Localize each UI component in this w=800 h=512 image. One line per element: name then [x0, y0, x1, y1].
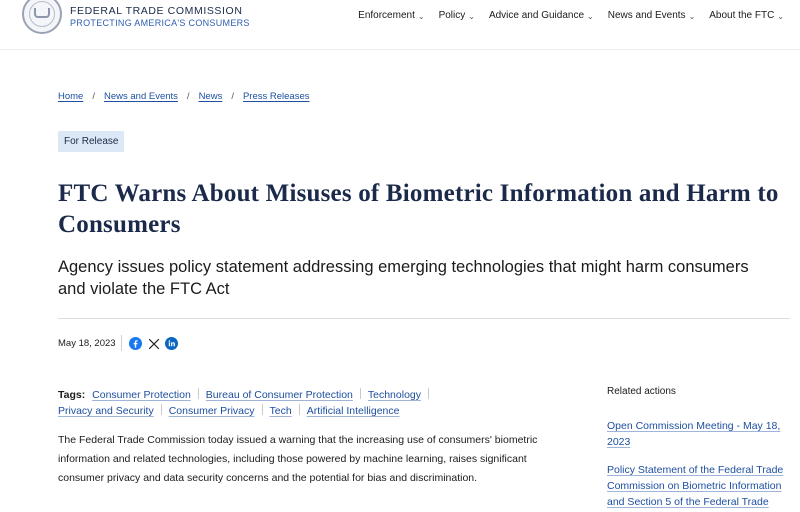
seal-scales-icon: [34, 8, 50, 18]
tag-separator: [197, 388, 199, 399]
divider: [58, 318, 790, 319]
nav-advice-and-guidance[interactable]: Advice and Guidance ⌄: [489, 10, 594, 21]
tag-link[interactable]: Consumer Protection: [92, 389, 191, 401]
nav-label: Advice and Guidance: [488, 10, 585, 21]
page-title: FTC Warns About Misuses of Biometric Inf…: [58, 180, 779, 238]
tags-list: Tags: Consumer Protection Bureau of Consu…: [58, 387, 478, 419]
breadcrumb-press-releases[interactable]: Press Releases: [243, 91, 310, 102]
breadcrumb: Home / News and Events / News / Press Re…: [58, 91, 310, 102]
nav-label: News and Events: [607, 10, 686, 21]
breadcrumb-separator: /: [186, 91, 190, 102]
nav-label: Policy: [438, 10, 466, 21]
related-action-link[interactable]: Policy Statement of the Federal Trade Co…: [607, 462, 792, 510]
for-release-badge: For Release: [58, 131, 125, 152]
chevron-down-icon: ⌄: [777, 12, 784, 21]
tag-link[interactable]: Bureau of Consumer Protection: [206, 389, 353, 401]
chevron-down-icon: ⌄: [468, 12, 475, 21]
brand-title[interactable]: FEDERAL TRADE COMMISSION: [70, 5, 243, 17]
breadcrumb-separator: /: [92, 91, 95, 102]
nav-label: Enforcement: [358, 10, 415, 21]
x-icon[interactable]: [147, 337, 160, 350]
tag-separator: [428, 388, 429, 399]
tag-link[interactable]: Consumer Privacy: [169, 405, 255, 417]
breadcrumb-home[interactable]: Home: [58, 91, 83, 102]
facebook-icon[interactable]: [129, 337, 142, 350]
tag-link[interactable]: Privacy and Security: [58, 405, 154, 417]
share-buttons: [129, 337, 178, 350]
breadcrumb-news[interactable]: News: [199, 91, 223, 102]
publish-date: May 18, 2023: [58, 338, 116, 349]
tags-label: Tags:: [58, 389, 86, 401]
related-actions-heading: Related actions: [607, 386, 676, 397]
tag-link[interactable]: Tech: [270, 405, 292, 417]
related-action-link[interactable]: Open Commission Meeting - May 18, 2023: [607, 418, 792, 450]
chevron-down-icon: ⌄: [688, 12, 696, 21]
ftc-seal-logo[interactable]: [22, 0, 62, 34]
nav-policy[interactable]: Policy ⌄: [439, 10, 475, 21]
tag-separator: [160, 404, 162, 415]
share-divider: [121, 335, 122, 351]
page-subtitle: Agency issues policy statement addressin…: [58, 258, 749, 298]
linkedin-icon[interactable]: [165, 337, 178, 350]
nav-about-the-ftc[interactable]: About the FTC ⌄: [709, 10, 784, 21]
breadcrumb-news-and-events[interactable]: News and Events: [104, 91, 178, 102]
main-nav: Enforcement ⌄ Policy ⌄ Advice and Guidan…: [358, 10, 784, 21]
nav-label: About the FTC: [709, 10, 775, 21]
chevron-down-icon: ⌄: [417, 12, 425, 21]
brand-subtitle[interactable]: PROTECTING AMERICA'S CONSUMERS: [70, 18, 250, 28]
tag-link[interactable]: Technology: [368, 389, 421, 401]
tag-link[interactable]: Artificial Intelligence: [307, 405, 400, 417]
tag-separator: [298, 404, 300, 415]
breadcrumb-separator: /: [231, 91, 234, 102]
tag-separator: [261, 404, 263, 415]
nav-news-and-events[interactable]: News and Events ⌄: [608, 10, 696, 21]
tag-separator: [359, 388, 361, 399]
article-body-paragraph: The Federal Trade Commission today issue…: [58, 434, 538, 484]
chevron-down-icon: ⌄: [587, 12, 594, 21]
nav-enforcement[interactable]: Enforcement ⌄: [358, 10, 424, 21]
site-header: FEDERAL TRADE COMMISSION PROTECTING AMER…: [0, 0, 800, 50]
